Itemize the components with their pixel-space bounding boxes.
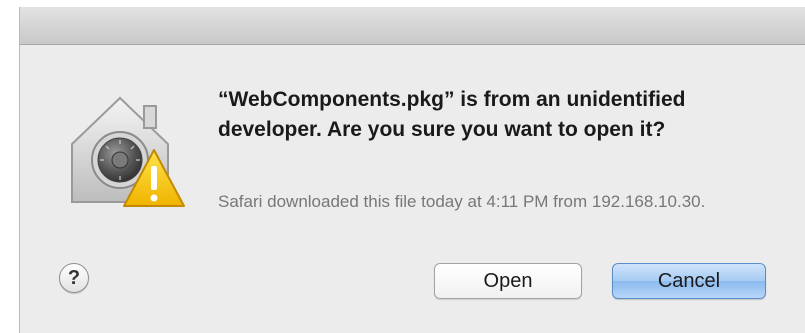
cancel-button[interactable]: Cancel xyxy=(612,263,766,299)
help-icon: ? xyxy=(67,266,81,289)
dialog-headline: “WebComponents.pkg” is from an unidentif… xyxy=(218,88,686,141)
dialog-titlebar[interactable] xyxy=(20,7,805,45)
open-button[interactable]: Open xyxy=(434,263,582,299)
dialog-info-text: Safari downloaded this file today at 4:1… xyxy=(218,192,706,211)
help-button[interactable]: ? xyxy=(59,263,89,293)
gatekeeper-warning-icon xyxy=(71,96,185,207)
security-alert-dialog: “WebComponents.pkg” is from an unidentif… xyxy=(19,7,805,333)
